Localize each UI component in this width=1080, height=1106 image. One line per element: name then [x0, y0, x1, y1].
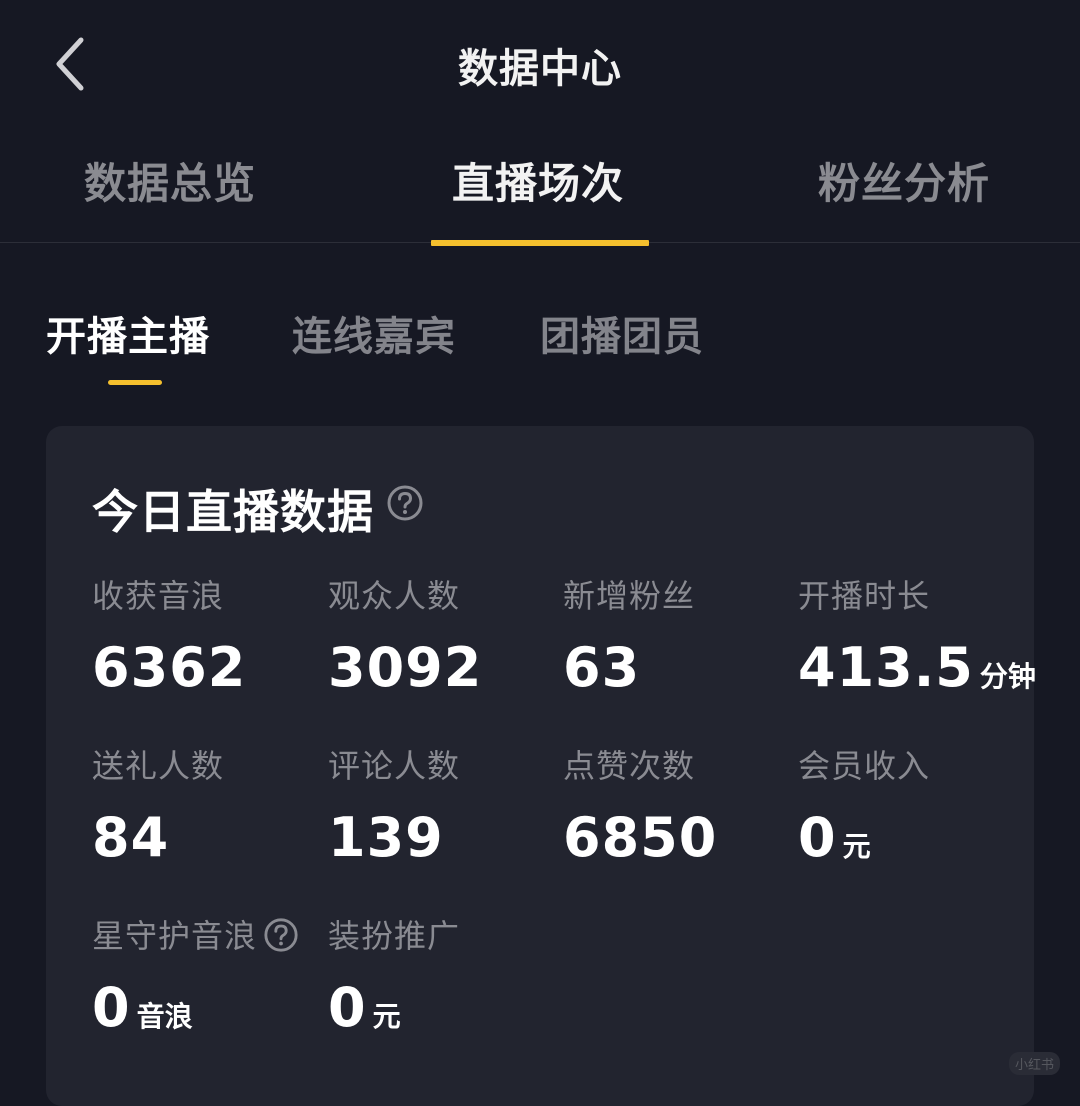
- metric-decoration-promotion: 装扮推广 0元: [328, 916, 563, 1049]
- metric-label: 会员收入: [798, 747, 931, 785]
- metric-label: 星守护音浪: [92, 917, 258, 955]
- tab-data-overview[interactable]: 数据总览: [84, 150, 256, 242]
- metric-unit: 元: [372, 1000, 401, 1033]
- metric-value: 6362: [92, 636, 247, 699]
- metric-value: 3092: [328, 636, 483, 699]
- metric-gift-senders: 送礼人数 84: [92, 746, 327, 879]
- metric-member-income: 会员收入 0元: [798, 746, 1033, 879]
- metric-sound-wave: 收获音浪 6362: [92, 576, 327, 709]
- metric-label: 送礼人数: [92, 747, 225, 785]
- subtab-host[interactable]: 开播主播: [46, 304, 210, 362]
- card-title: 今日直播数据: [92, 485, 374, 539]
- metric-value: 413.5: [798, 636, 974, 699]
- metric-value: 84: [92, 806, 170, 869]
- metric-label: 开播时长: [798, 577, 931, 615]
- metric-value: 0: [328, 976, 367, 1039]
- metric-live-duration: 开播时长 413.5 分钟: [798, 576, 1036, 709]
- sub-tab-active-indicator: [108, 380, 162, 385]
- sub-tab-bar: 开播主播 连线嘉宾 团播团员: [0, 300, 1080, 390]
- subtab-guest[interactable]: 连线嘉宾: [292, 304, 456, 362]
- metric-value: 63: [563, 636, 641, 699]
- metric-likes: 点赞次数 6850: [563, 746, 798, 879]
- help-icon[interactable]: [386, 484, 424, 522]
- page-title: 数据中心: [458, 46, 622, 92]
- metric-label: 收获音浪: [92, 577, 225, 615]
- tab-live-sessions[interactable]: 直播场次: [452, 150, 624, 242]
- top-bar: 数据中心: [0, 0, 1080, 130]
- metric-viewers: 观众人数 3092: [328, 576, 563, 709]
- metric-label: 点赞次数: [563, 747, 696, 785]
- today-live-data-card: 今日直播数据 收获音浪 6362 观众人数 3092 新增粉丝 63 开播时长 …: [46, 426, 1036, 1106]
- metric-star-guard: 星守护音浪 0 音浪: [92, 916, 327, 1049]
- main-tab-bar: 数据总览 直播场次 粉丝分析: [0, 150, 1080, 243]
- metric-label: 评论人数: [328, 747, 461, 785]
- subtab-group-member[interactable]: 团播团员: [540, 304, 704, 362]
- metric-value: 139: [328, 806, 444, 869]
- metric-unit: 分钟: [979, 660, 1036, 693]
- tab-fan-analysis[interactable]: 粉丝分析: [818, 150, 990, 242]
- metric-label: 新增粉丝: [563, 577, 696, 615]
- watermark: 小红书: [1008, 1052, 1060, 1075]
- metric-value: 0: [798, 806, 837, 869]
- metric-new-fans: 新增粉丝 63: [563, 576, 798, 709]
- metric-unit: 音浪: [136, 1000, 193, 1033]
- metric-label: 观众人数: [328, 577, 461, 615]
- metric-label: 装扮推广: [328, 917, 461, 955]
- main-tab-active-indicator: [431, 240, 649, 246]
- help-icon[interactable]: [263, 917, 299, 953]
- metric-unit: 元: [842, 830, 871, 863]
- metric-value: 6850: [563, 806, 718, 869]
- metric-value: 0: [92, 976, 131, 1039]
- metric-commenters: 评论人数 139: [328, 746, 563, 879]
